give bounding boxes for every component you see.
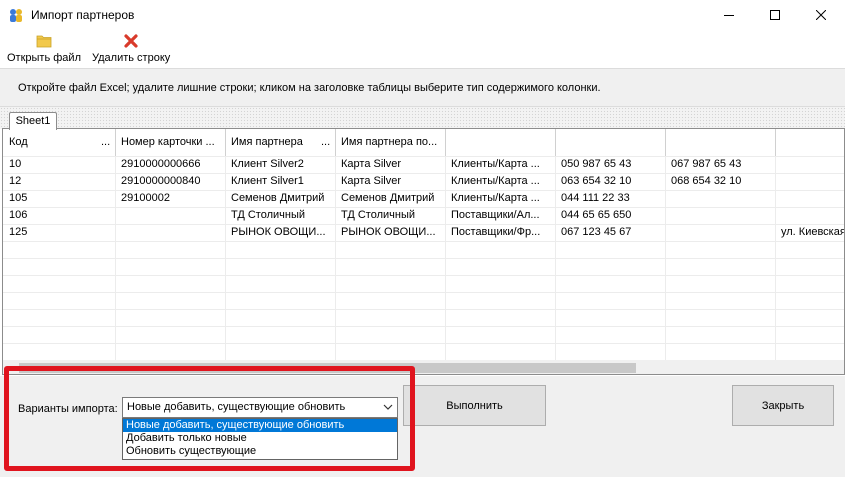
tab-sheet1[interactable]: Sheet1: [9, 112, 57, 130]
maximize-button[interactable]: [752, 0, 798, 30]
open-file-label: Открыть файл: [7, 52, 81, 64]
delete-row-label: Удалить строку: [92, 52, 171, 64]
open-file-button[interactable]: Открыть файл: [7, 33, 81, 67]
chevron-down-icon: [383, 404, 393, 410]
table-cell[interactable]: Клиенты/Карта ...: [445, 173, 555, 190]
import-variants-label: Варианты импорта:: [18, 403, 118, 415]
data-grid[interactable]: Код... Номер карточки ... Имя партнера... И…: [2, 128, 845, 375]
column-header[interactable]: [445, 129, 555, 156]
dropdown-option-add-new[interactable]: Добавить только новые: [123, 432, 397, 445]
delete-row-button[interactable]: Удалить строку: [92, 33, 170, 67]
window-title: Импорт партнеров: [31, 8, 135, 22]
title-bar: Импорт партнеров: [0, 0, 845, 30]
table-cell[interactable]: 125: [3, 224, 115, 241]
column-header[interactable]: [555, 129, 665, 156]
column-header[interactable]: Номер карточки ...: [115, 129, 225, 156]
table-cell[interactable]: Карта Silver: [335, 156, 445, 173]
table-cell[interactable]: ТД Столичный: [335, 207, 445, 224]
minimize-button[interactable]: [706, 0, 752, 30]
table-cell[interactable]: ТД Столичный: [225, 207, 335, 224]
table-cell[interactable]: 106: [3, 207, 115, 224]
close-button[interactable]: [798, 0, 844, 30]
table-cell[interactable]: [775, 173, 844, 190]
table-cell[interactable]: 067 123 45 67: [555, 224, 665, 241]
table-cell[interactable]: Клиент Silver2: [225, 156, 335, 173]
table-cell[interactable]: 2910000000666: [115, 156, 225, 173]
toolbar: Открыть файл Удалить строку: [0, 30, 845, 68]
import-variant-value: Новые добавить, существующие обновить: [127, 401, 346, 413]
table-cell[interactable]: Клиенты/Карта ...: [445, 156, 555, 173]
table-cell[interactable]: Семенов Дмитрий: [335, 190, 445, 207]
table-cell[interactable]: [665, 224, 775, 241]
folder-icon: [36, 35, 52, 48]
column-header-dots: ...: [321, 136, 331, 148]
import-variant-select[interactable]: Новые добавить, существующие обновить: [122, 397, 398, 418]
close-icon: [816, 10, 826, 20]
import-variant-dropdown[interactable]: Новые добавить, существующие обновить До…: [122, 418, 398, 460]
table-cell[interactable]: [775, 156, 844, 173]
column-header-dots: ...: [101, 136, 111, 148]
table-cell[interactable]: РЫНОК ОВОЩИ...: [225, 224, 335, 241]
table-cell[interactable]: Поставщики/Ал...: [445, 207, 555, 224]
table-cell[interactable]: 105: [3, 190, 115, 207]
table-cell[interactable]: 10: [3, 156, 115, 173]
table-cell[interactable]: [115, 224, 225, 241]
column-header[interactable]: Имя партнера по...: [335, 129, 445, 156]
table-cell[interactable]: [775, 190, 844, 207]
close-window-button[interactable]: Закрыть: [732, 385, 834, 426]
table-cell[interactable]: [775, 207, 844, 224]
table-cell[interactable]: [665, 190, 775, 207]
column-header[interactable]: [775, 129, 844, 156]
table-cell[interactable]: 29100002: [115, 190, 225, 207]
table-cell[interactable]: Карта Silver: [335, 173, 445, 190]
table-cell[interactable]: 063 654 32 10: [555, 173, 665, 190]
scrollbar-thumb[interactable]: [19, 363, 636, 373]
horizontal-scrollbar[interactable]: [3, 360, 844, 374]
table-cell[interactable]: 067 987 65 43: [665, 156, 775, 173]
table-cell[interactable]: 044 65 65 650: [555, 207, 665, 224]
minimize-icon: [724, 15, 734, 16]
table-cell[interactable]: РЫНОК ОВОЩИ...: [335, 224, 445, 241]
table-cell[interactable]: 044 111 22 33: [555, 190, 665, 207]
table-cell[interactable]: Поставщики/Фр...: [445, 224, 555, 241]
sheet-tab-strip: Sheet1: [0, 107, 845, 130]
table-cell[interactable]: 068 654 32 10: [665, 173, 775, 190]
maximize-icon: [770, 10, 780, 20]
partners-icon: [10, 9, 22, 22]
dropdown-option-update-add[interactable]: Новые добавить, существующие обновить: [123, 419, 397, 432]
execute-button[interactable]: Выполнить: [403, 385, 546, 426]
table-cell[interactable]: [665, 207, 775, 224]
table-cell[interactable]: 12: [3, 173, 115, 190]
red-x-icon: [124, 34, 138, 48]
dropdown-option-update-existing[interactable]: Обновить существующие: [123, 445, 397, 458]
table-cell[interactable]: Семенов Дмитрий: [225, 190, 335, 207]
table-cell[interactable]: Клиент Silver1: [225, 173, 335, 190]
table-cell[interactable]: Клиенты/Карта ...: [445, 190, 555, 207]
instruction-text: Откройте файл Excel; удалите лишние стро…: [18, 82, 601, 94]
column-header[interactable]: [665, 129, 775, 156]
instruction-panel: Откройте файл Excel; удалите лишние стро…: [0, 68, 845, 107]
table-cell[interactable]: ул. Киевская: [775, 224, 844, 241]
table-cell[interactable]: [115, 207, 225, 224]
table-cell[interactable]: 2910000000840: [115, 173, 225, 190]
table-cell[interactable]: 050 987 65 43: [555, 156, 665, 173]
